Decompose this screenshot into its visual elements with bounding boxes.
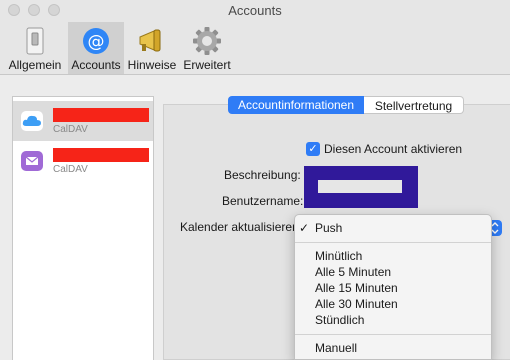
- toolbar-label: Hinweise: [127, 58, 177, 72]
- menu-separator: [295, 334, 491, 335]
- redacted-account-name: [53, 108, 149, 122]
- redacted-account-name: [53, 148, 149, 162]
- menu-item-push[interactable]: Push: [315, 221, 342, 235]
- tab-stellvertretung[interactable]: Stellvertretung: [364, 96, 464, 114]
- menu-item-stuendlich[interactable]: Stündlich: [315, 313, 364, 327]
- menu-separator: [295, 242, 491, 243]
- svg-text:@: @: [88, 32, 105, 52]
- account-item-icloud[interactable]: CalDAV: [13, 101, 153, 141]
- account-type: CalDAV: [53, 164, 88, 175]
- toolbar-item-erweitert[interactable]: Erweitert: [180, 22, 234, 74]
- redacted-field-inner: [318, 180, 402, 193]
- toolbar-item-hinweise[interactable]: Hinweise: [126, 22, 178, 74]
- benutzername-label: Benutzername:: [222, 194, 304, 208]
- toolbar-label: Erweitert: [183, 58, 231, 72]
- at-sign-icon: @: [83, 28, 109, 54]
- beschreibung-label: Beschreibung:: [224, 168, 301, 182]
- menu-item-manuell[interactable]: Manuell: [315, 341, 357, 355]
- refresh-dropdown-menu[interactable]: ✓ Push Minütlich Alle 5 Minuten Alle 15 …: [294, 214, 492, 360]
- title-bar: Accounts: [0, 0, 510, 22]
- toolbar-label: Accounts: [71, 58, 121, 72]
- menu-item-15-minuten[interactable]: Alle 15 Minuten: [315, 281, 398, 295]
- accounts-list[interactable]: CalDAV CalDAV: [12, 96, 154, 360]
- toolbar-item-allgemein[interactable]: Allgemein: [4, 22, 66, 74]
- menu-item-minuetlich[interactable]: Minütlich: [315, 249, 362, 263]
- toolbar-item-accounts[interactable]: @ Accounts: [68, 22, 124, 74]
- tab-accountinformationen[interactable]: Accountinformationen: [228, 96, 364, 114]
- window-title: Accounts: [228, 3, 282, 18]
- account-item-mail[interactable]: CalDAV: [13, 141, 153, 181]
- enable-account-label: Diesen Account aktivieren: [324, 142, 463, 156]
- refresh-label: Kalender aktualisieren:: [180, 220, 303, 234]
- toolbar-label: Allgemein: [8, 58, 62, 72]
- account-type: CalDAV: [53, 124, 88, 135]
- menu-item-5-minuten[interactable]: Alle 5 Minuten: [315, 265, 391, 279]
- gear-icon: [193, 27, 221, 55]
- enable-account-checkbox[interactable]: ✓: [306, 142, 320, 156]
- preferences-toolbar: Allgemein @ Accounts Hinweise Erweitert: [0, 22, 510, 75]
- menu-item-30-minuten[interactable]: Alle 30 Minuten: [315, 297, 398, 311]
- switch-icon: [26, 27, 44, 55]
- icloud-icon: [21, 111, 43, 131]
- megaphone-icon: [139, 29, 161, 52]
- mail-icon: [21, 151, 43, 171]
- checkmark-icon: ✓: [299, 221, 310, 235]
